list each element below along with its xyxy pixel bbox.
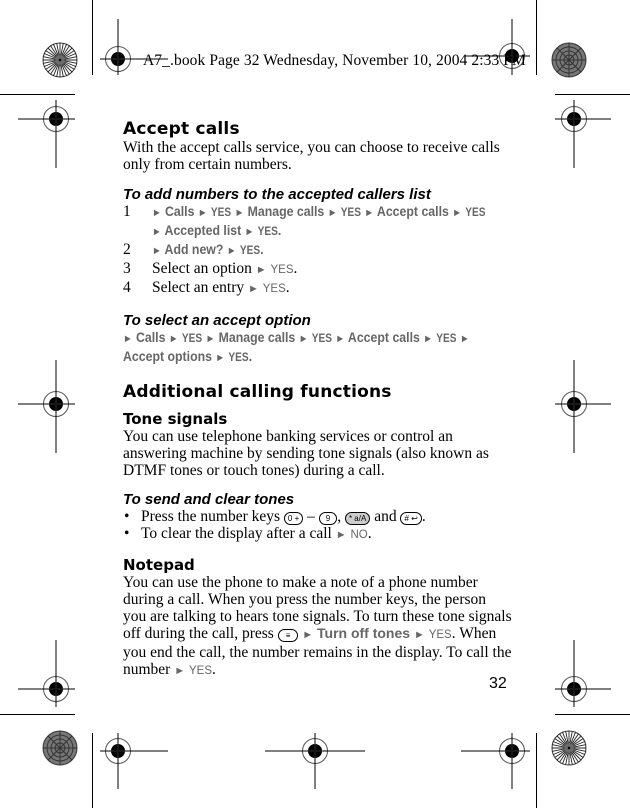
send-clear-list: • Press the number keys 0 + – 9, * a/A a… (123, 508, 513, 544)
key-label: YES (181, 333, 203, 345)
menu-path: ► Calls ► YES ► Manage calls ► YES ► Acc… (152, 203, 486, 222)
key-hash-icon: # ↩ (400, 512, 422, 525)
menu-item: Calls (165, 203, 195, 219)
heading-send-clear-tones: To send and clear tones (123, 491, 295, 508)
arrow-icon: ► (459, 333, 470, 345)
arrow-icon: ► (174, 665, 186, 677)
add-numbers-steps: 1 ► Calls ► YES ► Manage calls ► YES ► A… (123, 203, 513, 298)
heading-add-numbers: To add numbers to the accepted callers l… (123, 186, 431, 203)
heading-select-accept-option: To select an accept option (123, 312, 311, 329)
step-item: 1 ► Calls ► YES ► Manage calls ► YES ► A… (123, 203, 513, 241)
arrow-icon: ► (423, 333, 433, 345)
menu-item: Manage calls (218, 329, 296, 345)
menu-path: ► Accepted list ► YES. (152, 222, 282, 238)
key-star-icon: * a/A (344, 512, 371, 525)
starburst-target-icon (551, 730, 587, 766)
accept-calls-intro: With the accept calls service, you can c… (123, 139, 500, 173)
menu-key-icon: ≡ (277, 629, 299, 642)
arrow-icon: ► (244, 226, 255, 238)
menu-path: ► Add new? ► YES. (152, 241, 264, 257)
key-label: YES (210, 207, 232, 219)
bullet-text: Press the number keys (141, 508, 281, 525)
arrow-icon: ► (335, 333, 345, 345)
key-9-icon: 9 (318, 512, 338, 525)
arrow-icon: ► (197, 207, 208, 219)
step-number: 4 (123, 279, 131, 296)
menu-item: Accept options (123, 348, 212, 364)
step-item: 3 Select an option ► YES. (123, 260, 298, 277)
arrow-icon: ► (335, 529, 347, 541)
menu-path: ► Calls ► YES ► Manage calls ► YES ► Acc… (123, 329, 470, 348)
arrow-icon: ► (255, 264, 267, 276)
key-label: YES (311, 333, 332, 345)
arrow-icon: ► (168, 333, 179, 345)
key-label: YES (262, 283, 286, 295)
menu-path: Accept options ► YES. (123, 348, 253, 364)
arrow-icon: ► (298, 333, 309, 345)
menu-item: Accept calls (376, 203, 449, 219)
dash: – (307, 508, 315, 525)
arrow-icon: ► (364, 207, 374, 219)
menu-item: Calls (136, 329, 166, 345)
arrow-icon: ► (152, 207, 162, 219)
tone-signals-body: You can use telephone banking services o… (123, 428, 489, 479)
arrow-icon: ► (123, 333, 133, 345)
arrow-icon: ► (152, 245, 162, 257)
menu-item: Add new? (164, 241, 224, 257)
heading-notepad: Notepad (123, 556, 195, 574)
step-path: ► Calls ► YES ► Manage calls ► YES ► Acc… (152, 203, 531, 241)
heading-additional-calling-functions: Additional calling functions (123, 382, 392, 402)
key-label: YES (257, 226, 278, 238)
key-label: NO (350, 529, 368, 541)
arrow-icon: ► (452, 207, 462, 219)
arrow-icon: ► (327, 207, 338, 219)
and-word: and (374, 508, 397, 525)
key-label: YES (239, 245, 261, 257)
arrow-icon: ► (247, 283, 259, 295)
arrow-icon: ► (215, 352, 225, 364)
menu-item: Manage calls (247, 203, 325, 219)
menu-item: Turn off tones (317, 625, 411, 641)
page-content: Accept calls With the accept calls servi… (123, 119, 513, 680)
arrow-icon: ► (413, 629, 425, 641)
key-label: YES (465, 207, 486, 219)
comma: , (337, 508, 342, 525)
book-header-note: A7_.book Page 32 Wednesday, November 10,… (143, 52, 526, 69)
menu-item: Accept calls (347, 329, 420, 345)
starburst-target-icon (42, 42, 78, 78)
bullet-icon: • (124, 508, 130, 525)
arrow-icon: ► (226, 245, 237, 257)
notepad-body: You can use the phone to make a note of … (123, 574, 512, 678)
arrow-icon: ► (152, 226, 162, 238)
key-label: YES (270, 264, 294, 276)
grey-target-icon (42, 730, 78, 766)
key-label: YES (428, 629, 452, 641)
key-label: YES (228, 352, 249, 364)
step-number: 2 (123, 241, 131, 258)
list-item: • To clear the display after a call ► NO… (124, 525, 372, 542)
step-number: 1 (123, 203, 131, 220)
arrow-icon: ► (302, 629, 314, 641)
bullet-text: To clear the display after a call (141, 525, 332, 542)
step-text: Select an entry (152, 279, 245, 296)
step-text: Select an option (152, 260, 252, 277)
step-item: 2 ► Add new? ► YES. (123, 241, 513, 260)
page-number: 32 (489, 675, 507, 692)
heading-accept-calls: Accept calls (123, 119, 240, 139)
key-label: YES (189, 665, 213, 677)
step-item: 4 Select an entry ► YES. (123, 279, 290, 296)
select-option-path: ► Calls ► YES ► Manage calls ► YES ► Acc… (123, 329, 513, 367)
key-label: YES (340, 207, 361, 219)
menu-item: Accepted list (164, 222, 242, 238)
list-item: • Press the number keys 0 + – 9, * a/A a… (123, 508, 513, 525)
arrow-icon: ► (205, 333, 216, 345)
step-number: 3 (123, 260, 131, 277)
bullet-icon: • (124, 525, 130, 542)
arrow-icon: ► (234, 207, 245, 219)
heading-tone-signals: Tone signals (123, 410, 228, 428)
key-label: YES (436, 333, 457, 345)
period: . (421, 508, 426, 525)
grey-target-icon (551, 42, 587, 78)
key-0-icon: 0 + (283, 512, 304, 525)
